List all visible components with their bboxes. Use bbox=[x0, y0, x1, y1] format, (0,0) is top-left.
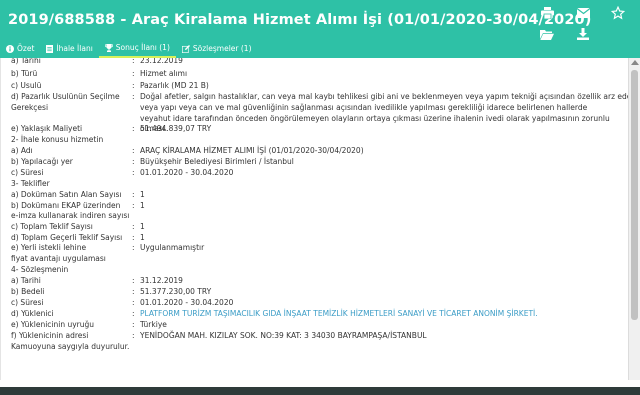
trophy-icon bbox=[104, 43, 113, 52]
mail-icon[interactable] bbox=[576, 6, 590, 20]
vertical-scrollbar[interactable] bbox=[628, 58, 640, 380]
tab-label: Özet bbox=[17, 44, 35, 53]
tab-sonuc-ilani[interactable]: Sonuç İlanı (1) bbox=[98, 39, 176, 58]
detail-label-gerekce-cont: Gerekçesi bbox=[11, 103, 49, 112]
scroll-up-arrow-icon[interactable] bbox=[631, 60, 639, 65]
star-icon[interactable] bbox=[610, 5, 626, 21]
info-icon bbox=[6, 44, 14, 53]
tab-bar: Özet İhale İlanı Sonuç İlanı (1) Sözleşm… bbox=[0, 39, 258, 58]
closing-text: Kamuoyuna saygıyla duyurulur. bbox=[11, 342, 130, 351]
header-bar: 2019/688588 - Araç Kiralama Hizmet Alımı… bbox=[0, 0, 640, 58]
detail-label-fiyat-cont: fiyat avantajı uygulaması bbox=[11, 254, 106, 263]
document-icon bbox=[46, 44, 54, 53]
tab-sozlesmeler[interactable]: Sözleşmeler (1) bbox=[176, 39, 258, 58]
tab-ihale-ilani[interactable]: İhale İlanı bbox=[40, 39, 98, 58]
edit-icon bbox=[181, 44, 190, 53]
section-heading-sozlesme: 4- Sözleşmenin bbox=[11, 265, 69, 274]
bottom-taskbar bbox=[0, 387, 640, 395]
section-heading-teklifler: 3- Teklifler bbox=[11, 179, 50, 188]
section-heading-hizmet: 2- İhale konusu hizmetin bbox=[11, 135, 104, 144]
tab-label: İhale İlanı bbox=[56, 44, 93, 53]
folder-open-icon[interactable] bbox=[540, 27, 554, 41]
print-icon[interactable] bbox=[540, 6, 554, 20]
download-icon[interactable] bbox=[576, 27, 590, 41]
tab-label: Sözleşmeler (1) bbox=[192, 44, 252, 53]
footer-gap bbox=[0, 380, 640, 387]
tab-ozet[interactable]: Özet bbox=[0, 39, 40, 58]
tab-label: Sonuç İlanı (1) bbox=[115, 43, 170, 52]
scrollbar-thumb[interactable] bbox=[631, 70, 638, 320]
page-title: 2019/688588 - Araç Kiralama Hizmet Alımı… bbox=[8, 12, 592, 28]
contractor-link[interactable]: PLATFORM TURİZM TAŞIMACILIK GIDA İNŞAAT … bbox=[140, 309, 538, 319]
result-announcement-content: a) Tarihi : 23.12.2019 b) Türü : Hizmet … bbox=[0, 58, 628, 380]
detail-label-ekap-cont: e-imza kullanarak indiren sayısı bbox=[11, 211, 130, 220]
